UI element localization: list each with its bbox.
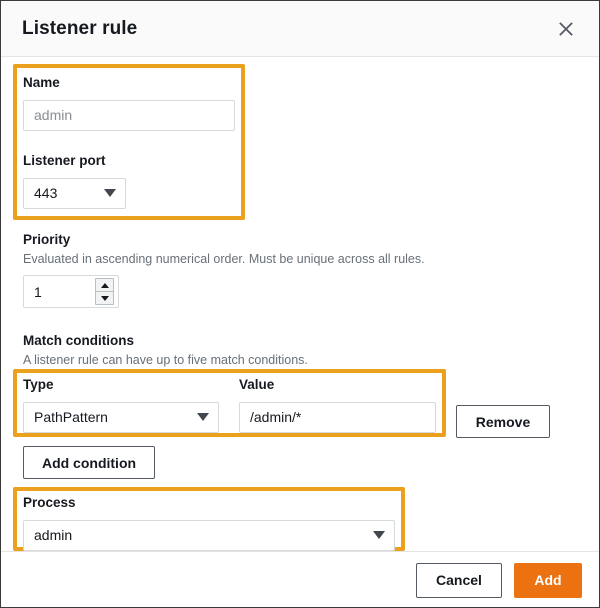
chevron-down-icon: [104, 189, 116, 197]
process-select[interactable]: admin: [23, 520, 395, 551]
add-condition-button-wrap: Add condition: [23, 446, 155, 479]
process-value: admin: [34, 527, 72, 543]
condition-value-label: Value: [239, 377, 436, 394]
process-label: Process: [23, 495, 395, 512]
priority-group: Priority Evaluated in ascending numerica…: [23, 232, 443, 308]
chevron-down-icon: [197, 413, 209, 421]
priority-value: 1: [34, 284, 42, 300]
stepper-increment-icon[interactable]: [96, 279, 113, 292]
condition-type-select[interactable]: PathPattern: [23, 402, 219, 433]
page-title: Listener rule: [22, 18, 137, 40]
condition-type-value: PathPattern: [34, 409, 108, 425]
cancel-button[interactable]: Cancel: [416, 563, 502, 598]
listener-port-label: Listener port: [23, 153, 235, 170]
match-conditions-group: Match conditions A listener rule can hav…: [23, 333, 463, 368]
process-group: Process admin: [23, 495, 395, 551]
priority-stepper[interactable]: 1: [23, 275, 119, 308]
listener-rule-dialog: Listener rule Name admin Listener port 4…: [0, 0, 600, 608]
remove-condition-button-wrap: Remove: [456, 405, 550, 438]
listener-port-group: Listener port 443: [23, 153, 235, 209]
condition-value-input[interactable]: /admin/*: [239, 402, 436, 433]
listener-port-select[interactable]: 443: [23, 178, 126, 209]
condition-value-group: Value /admin/*: [239, 377, 436, 433]
condition-type-label: Type: [23, 377, 219, 394]
dialog-footer: Cancel Add: [1, 551, 599, 608]
remove-condition-button[interactable]: Remove: [456, 405, 550, 438]
condition-type-group: Type PathPattern: [23, 377, 219, 433]
match-conditions-label: Match conditions: [23, 333, 463, 350]
priority-stepper-arrows[interactable]: [95, 278, 114, 305]
close-icon[interactable]: [553, 16, 579, 42]
match-conditions-hint: A listener rule can have up to five matc…: [23, 352, 463, 368]
stepper-decrement-icon[interactable]: [96, 292, 113, 304]
priority-label: Priority: [23, 232, 443, 249]
name-input[interactable]: admin: [23, 100, 235, 131]
add-condition-button[interactable]: Add condition: [23, 446, 155, 479]
dialog-body: Name admin Listener port 443 Priority Ev…: [1, 57, 599, 551]
listener-port-value: 443: [34, 185, 57, 201]
chevron-down-icon: [373, 531, 385, 539]
name-field-group: Name admin: [23, 75, 235, 131]
add-button[interactable]: Add: [514, 563, 582, 598]
dialog-header: Listener rule: [1, 1, 599, 57]
priority-hint: Evaluated in ascending numerical order. …: [23, 251, 443, 267]
name-label: Name: [23, 75, 235, 92]
